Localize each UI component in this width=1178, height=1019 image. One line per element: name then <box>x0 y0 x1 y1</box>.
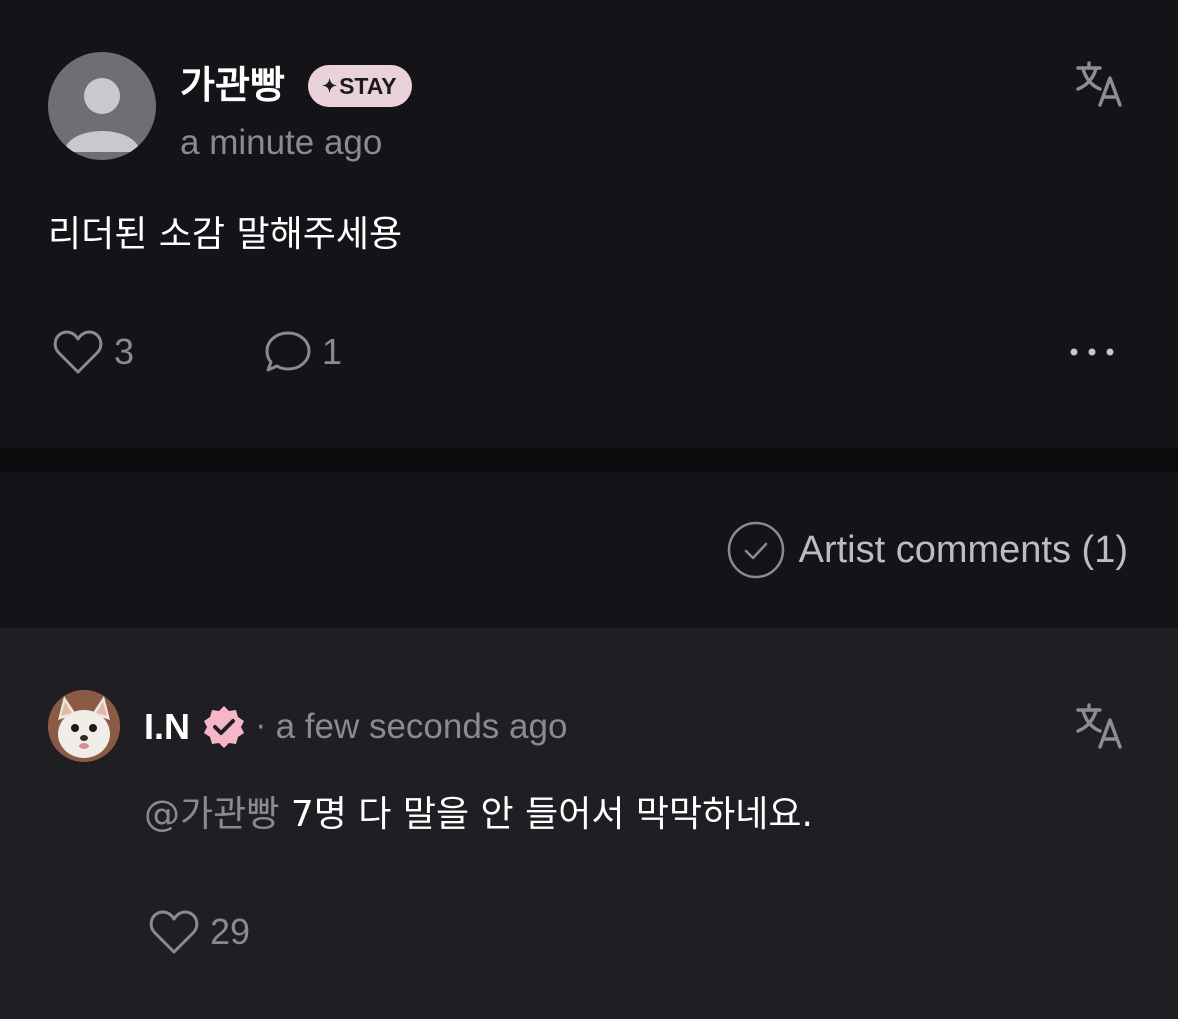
comment-body: @가관빵 7명 다 말을 안 들어서 막막하네요. <box>144 790 813 840</box>
user-avatar[interactable] <box>48 52 156 160</box>
sparkle-icon: ✦ <box>322 76 338 96</box>
badge-label: STAY <box>339 73 397 99</box>
comment-like-button[interactable]: 29 <box>148 908 250 956</box>
heart-icon <box>53 330 103 374</box>
like-button[interactable]: 3 <box>52 328 134 376</box>
post-timestamp: a minute ago <box>180 123 383 162</box>
verified-badge-icon <box>204 706 245 748</box>
post-body: 리더된 소감 말해주세용 <box>48 214 403 255</box>
artist-comment: I.N · a few seconds ago @가관빵 7명 다 말을 안 들… <box>0 628 1178 1019</box>
comment-count: 1 <box>322 331 343 372</box>
artist-name[interactable]: I.N <box>144 706 190 748</box>
comment-button[interactable]: 1 <box>264 328 342 376</box>
check-circle-icon <box>727 521 784 579</box>
post-username[interactable]: 가관빵 <box>180 60 285 110</box>
speech-bubble-icon <box>265 331 311 372</box>
more-horizontal-icon[interactable] <box>1068 336 1124 368</box>
comment-text: 7명 다 말을 안 들어서 막막하네요. <box>290 794 813 835</box>
section-divider <box>0 448 1178 472</box>
heart-icon <box>149 910 199 954</box>
translate-icon[interactable] <box>1074 700 1126 752</box>
artist-comments-bar: Artist comments (1) <box>0 472 1178 628</box>
like-count: 3 <box>114 331 135 372</box>
post-card: 가관빵 ✦ STAY a minute ago 리더된 소감 말해주세용 3 1 <box>0 0 1178 448</box>
mention-link[interactable]: @가관빵 <box>144 794 279 835</box>
translate-icon[interactable] <box>1074 58 1126 110</box>
stay-badge: ✦ STAY <box>308 65 412 107</box>
comment-header: I.N · a few seconds ago <box>144 702 567 752</box>
artist-avatar[interactable] <box>48 690 120 762</box>
artist-comments-toggle[interactable]: Artist comments (1) <box>727 520 1128 580</box>
comment-like-count: 29 <box>210 911 251 952</box>
meta-separator: · <box>256 709 266 745</box>
comment-timestamp: a few seconds ago <box>275 707 568 746</box>
artist-comments-label: Artist comments (1) <box>798 529 1128 571</box>
